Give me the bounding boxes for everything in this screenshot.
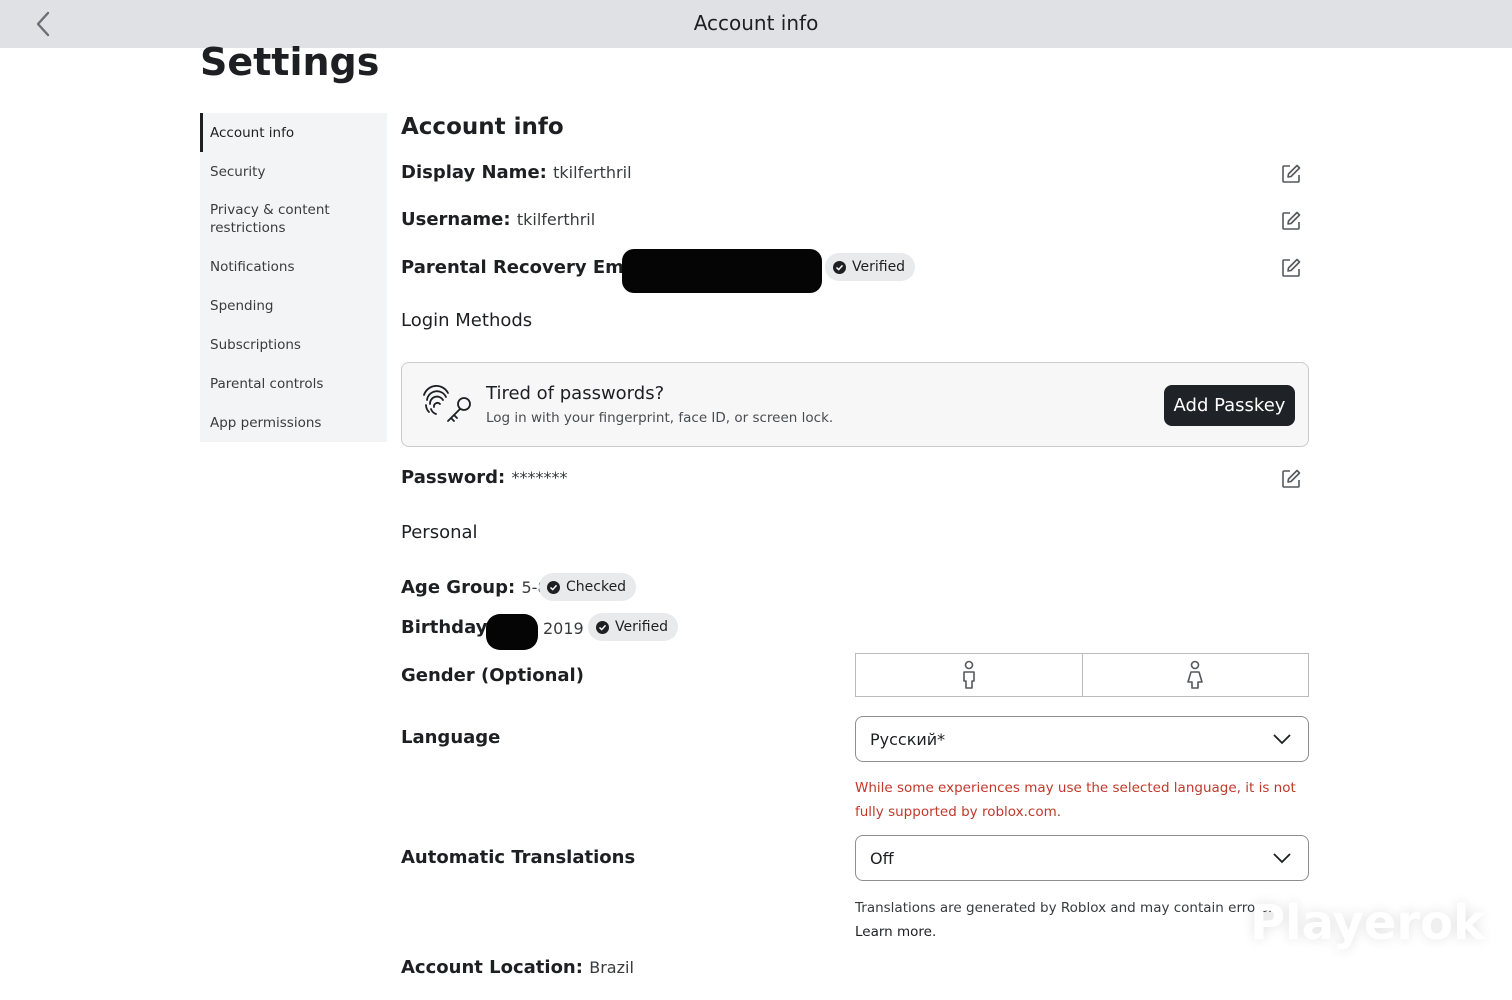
checked-badge: Checked	[539, 573, 637, 601]
male-icon	[962, 660, 975, 689]
edit-icon[interactable]	[1280, 163, 1302, 185]
sidebar-item-label: App permissions	[210, 415, 322, 431]
verified-badge: Verified	[588, 613, 679, 641]
passkey-card: Tired of passwords? Log in with your fin…	[401, 362, 1309, 447]
sidebar-item-privacy[interactable]: Privacy & content restrictions	[200, 201, 350, 237]
top-bar-title: Account info	[693, 11, 819, 35]
sidebar-item-label: Subscriptions	[210, 337, 301, 353]
chevron-down-icon	[1273, 853, 1291, 864]
password-value: *******	[511, 468, 568, 487]
redacted-birthday	[486, 614, 538, 650]
password-row: Password: *******	[401, 467, 568, 488]
auto-translations-select[interactable]: Off	[855, 835, 1309, 881]
sidebar-item-label: Spending	[210, 298, 274, 314]
check-circle-icon	[547, 580, 560, 594]
parental-email-label: Parental Recovery Email:	[401, 257, 656, 278]
display-name-label: Display Name:	[401, 162, 547, 183]
language-warning: While some experiences may use the selec…	[855, 780, 1296, 820]
sidebar-item-spending[interactable]: Spending	[200, 297, 387, 315]
age-group-row: Age Group: 5-8	[401, 577, 548, 598]
chevron-down-icon	[1273, 734, 1291, 745]
password-label: Password:	[401, 467, 506, 488]
login-methods-heading: Login Methods	[401, 310, 533, 331]
birthday-year: 2019	[543, 619, 584, 638]
badge-label: Verified	[852, 259, 906, 275]
sidebar-item-notifications[interactable]: Notifications	[200, 258, 387, 276]
badge-label: Verified	[615, 619, 669, 635]
sidebar-item-label: Parental controls	[210, 376, 324, 392]
check-circle-icon	[833, 260, 846, 274]
language-select-value: Русский*	[870, 729, 946, 749]
display-name-value: tkilferthril	[553, 163, 632, 182]
display-name-row: Display Name: tkilferthril	[401, 162, 632, 183]
sidebar-item-security[interactable]: Security	[200, 163, 387, 181]
username-row: Username: tkilferthril	[401, 209, 595, 230]
auto-translations-label: Automatic Translations	[401, 847, 636, 868]
language-select[interactable]: Русский*	[855, 716, 1309, 762]
birthday-row: Birthday:	[401, 617, 495, 638]
gender-selector	[855, 653, 1309, 697]
sidebar-item-label: Security	[210, 164, 266, 180]
age-group-label: Age Group:	[401, 577, 516, 598]
username-value: tkilferthril	[516, 210, 596, 229]
account-location-label: Account Location:	[401, 957, 583, 978]
auto-translations-value: Off	[870, 848, 894, 868]
female-icon	[1187, 660, 1204, 689]
gender-option-female[interactable]	[1081, 654, 1309, 696]
check-circle-icon	[596, 620, 609, 634]
account-location-row: Account Location: Brazil	[401, 957, 634, 978]
gender-label: Gender (Optional)	[401, 665, 584, 686]
badge-label: Checked	[566, 579, 627, 595]
gender-option-male[interactable]	[856, 654, 1082, 696]
passkey-subtitle: Log in with your fingerprint, face ID, o…	[486, 410, 834, 426]
settings-sidebar: Account info Security Privacy & content …	[200, 113, 387, 442]
fingerprint-key-icon	[423, 384, 471, 422]
page-title: Settings	[200, 40, 380, 84]
edit-icon[interactable]	[1280, 210, 1302, 232]
sidebar-item-label: Account info	[210, 124, 295, 141]
sidebar-item-label: Notifications	[210, 259, 295, 275]
birthday-label: Birthday:	[401, 617, 495, 638]
parental-email-row: Parental Recovery Email:	[401, 257, 656, 278]
redacted-email	[622, 249, 822, 293]
account-location-value: Brazil	[589, 958, 634, 977]
username-label: Username:	[401, 209, 511, 230]
edit-icon[interactable]	[1280, 257, 1302, 279]
watermark-logo: Playerok	[1250, 895, 1485, 951]
edit-icon[interactable]	[1280, 468, 1302, 490]
sidebar-item-label: Privacy & content restrictions	[210, 202, 330, 236]
passkey-title: Tired of passwords?	[486, 383, 665, 404]
verified-badge: Verified	[825, 253, 916, 281]
sidebar-item-parental-controls[interactable]: Parental controls	[200, 375, 387, 393]
translations-note-text: Translations are generated by Roblox and…	[855, 900, 1273, 916]
sidebar-item-account-info[interactable]: Account info	[200, 113, 387, 152]
birthday-year-wrap: 2019	[543, 618, 584, 639]
learn-more-link[interactable]: Learn more.	[855, 924, 936, 940]
language-label: Language	[401, 727, 501, 748]
add-passkey-button[interactable]: Add Passkey	[1164, 385, 1295, 426]
section-title: Account info	[401, 114, 564, 140]
translations-note: Translations are generated by Roblox and…	[855, 896, 1295, 944]
sidebar-item-subscriptions[interactable]: Subscriptions	[200, 336, 387, 354]
personal-heading: Personal	[401, 522, 478, 543]
sidebar-item-app-permissions[interactable]: App permissions	[200, 414, 387, 432]
